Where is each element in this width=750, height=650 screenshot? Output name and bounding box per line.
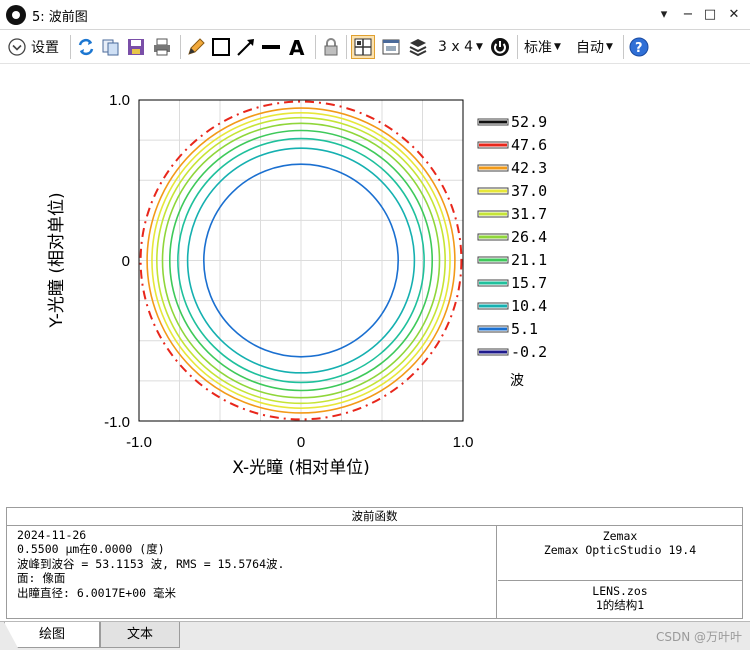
- y-tick-label: 0: [122, 253, 130, 270]
- plot-area: 1.0 0 -1.0 -1.0 0 1.0 X-光瞳 (相对单位) Y-光瞳 (…: [0, 65, 750, 505]
- auto-label: 自动: [576, 40, 604, 56]
- pencil-icon[interactable]: [186, 37, 206, 57]
- toolbar-divider: [180, 35, 181, 59]
- legend-value: 31.7: [511, 205, 547, 223]
- layers-icon[interactable]: [408, 37, 428, 57]
- toolbar-divider: [315, 35, 316, 59]
- toolbar-divider: [623, 35, 624, 59]
- info-brand: Zemax: [602, 529, 638, 543]
- settings-button[interactable]: 设置: [8, 36, 59, 58]
- rectangle-tool-icon[interactable]: [211, 37, 231, 57]
- watermark: CSDN @万叶叶: [655, 630, 742, 644]
- save-icon[interactable]: [126, 37, 146, 57]
- grid-size-label: 3 x 4: [438, 39, 473, 55]
- standard-dropdown[interactable]: 标准 ▼: [524, 36, 561, 58]
- legend-unit: 波: [510, 373, 524, 389]
- legend-value: 15.7: [511, 274, 547, 292]
- refresh-icon[interactable]: [76, 37, 96, 57]
- legend-value: 42.3: [511, 159, 547, 177]
- x-tick-label: 0: [297, 434, 305, 451]
- arrow-tool-icon[interactable]: [236, 37, 256, 57]
- legend-value: 37.0: [511, 182, 547, 200]
- info-wavelength: 0.5500 µm在0.0000 (度): [17, 542, 165, 557]
- svg-text:A: A: [289, 37, 305, 57]
- toolbar-divider: [70, 35, 71, 59]
- tab-text[interactable]: 文本: [100, 622, 180, 648]
- caret-down-icon: ▼: [606, 42, 613, 52]
- toolbar: 设置 A 3 x 4 ▼ 标准 ▼ 自动 ▼ ?: [0, 30, 750, 64]
- auto-dropdown[interactable]: 自动 ▼: [576, 36, 613, 58]
- window-layout-icon[interactable]: [381, 37, 401, 57]
- info-surface: 面: 像面: [17, 571, 66, 586]
- info-filename: LENS.zos: [592, 584, 648, 598]
- toolbar-divider: [517, 35, 518, 59]
- svg-text:?: ?: [635, 41, 643, 56]
- title-bar: 5: 波前图 ▾ − □ ✕: [0, 0, 750, 30]
- y-axis-label: Y-光瞳 (相对单位): [47, 192, 67, 328]
- legend-value: 26.4: [511, 228, 547, 246]
- grid-layout-icon[interactable]: [351, 35, 375, 59]
- legend-value: 10.4: [511, 297, 547, 315]
- view-tabs: 绘图 文本 CSDN @万叶叶: [0, 621, 750, 650]
- maximize-button[interactable]: □: [700, 5, 720, 25]
- text-tool-icon[interactable]: A: [288, 37, 308, 57]
- info-config: 1的结构1: [595, 598, 645, 613]
- copy-icon[interactable]: [101, 37, 121, 57]
- info-panel: 波前函数 2024-11-26 0.5500 µm在0.0000 (度) 波峰到…: [6, 507, 743, 619]
- wavefront-chart: 1.0 0 -1.0 -1.0 0 1.0 X-光瞳 (相对单位) Y-光瞳 (…: [47, 92, 547, 478]
- legend-value: 21.1: [511, 251, 547, 269]
- y-tick-label: 1.0: [109, 92, 130, 109]
- menu-dropdown-button[interactable]: ▾: [654, 5, 674, 25]
- help-icon[interactable]: ?: [629, 37, 649, 57]
- y-tick-label: -1.0: [104, 414, 130, 431]
- info-title: 波前函数: [7, 508, 742, 526]
- info-date: 2024-11-26: [17, 528, 87, 542]
- info-version: Zemax OpticStudio 19.4: [543, 543, 697, 558]
- legend-value: 5.1: [511, 320, 538, 338]
- lock-icon[interactable]: [321, 37, 341, 57]
- power-icon[interactable]: [490, 37, 510, 57]
- x-axis-label: X-光瞳 (相对单位): [232, 458, 370, 478]
- legend-value: -0.2: [511, 343, 547, 361]
- x-tick-label: 1.0: [453, 434, 474, 451]
- x-tick-label: -1.0: [126, 434, 152, 451]
- info-file: LENS.zos 1的结构1: [498, 582, 742, 619]
- info-details: 2024-11-26 0.5500 µm在0.0000 (度) 波峰到波谷 = …: [7, 526, 497, 619]
- legend-value: 47.6: [511, 136, 547, 154]
- minimize-button[interactable]: −: [678, 5, 698, 25]
- toolbar-divider: [346, 35, 347, 59]
- info-peak-to-valley: 波峰到波谷 = 53.1153 波, RMS = 15.5764波.: [17, 556, 285, 571]
- info-exit-pupil: 出瞳直径: 6.0017E+00 毫米: [17, 585, 177, 600]
- grid-size-dropdown[interactable]: 3 x 4 ▼: [438, 36, 483, 58]
- caret-down-icon: ▼: [554, 42, 561, 52]
- legend-value: 52.9: [511, 113, 547, 131]
- print-icon[interactable]: [152, 37, 172, 57]
- app-icon: [6, 5, 26, 25]
- window-title: 5: 波前图: [32, 10, 88, 25]
- caret-down-icon: ▼: [476, 42, 483, 52]
- chevron-down-circle-icon: [8, 38, 26, 56]
- info-software: Zemax Zemax OpticStudio 19.4: [498, 526, 742, 581]
- legend: 52.9 47.6 42.3 37.0 31.7 26.4 21.1 15.7 10.4 5.1 -…: [477, 113, 547, 361]
- close-button[interactable]: ✕: [724, 5, 744, 25]
- settings-label: 设置: [31, 40, 59, 56]
- standard-label: 标准: [524, 40, 552, 56]
- tab-plot[interactable]: 绘图: [4, 622, 100, 648]
- line-tool-icon[interactable]: [261, 37, 281, 57]
